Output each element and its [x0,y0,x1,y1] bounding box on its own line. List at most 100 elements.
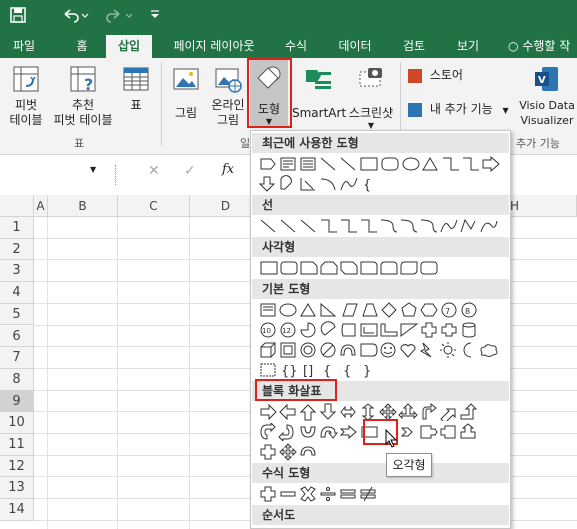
tell-me-search[interactable]: ○ 수행할 작 [508,35,577,58]
online-picture-button[interactable]: 온라인 그림 [208,64,248,128]
recommended-pivot-button[interactable]: ? 추천 피벗 테이블 [52,64,114,128]
redo-icon[interactable] [104,6,134,26]
svg-text:V: V [538,75,546,86]
column-header-b[interactable]: B [48,195,118,217]
screenshot-label: 스크린샷 [348,106,394,120]
title-bar [0,0,577,32]
section-basic-shapes: 기본 도형 [252,279,509,299]
select-all-corner[interactable] [0,195,34,217]
store-label: 스토어 [429,68,463,82]
my-addins-icon [408,102,422,117]
tab-insert[interactable]: 삽입 [106,35,152,58]
group-label-addins: 추가 기능 [516,137,560,150]
row-header[interactable]: 9 [0,390,34,413]
section-equation-shapes: 수식 도형 [252,463,509,483]
pivot-label-1: 피벗 [14,98,38,112]
group-label-table: 표 [74,137,85,150]
row-header[interactable]: 6 [0,325,34,348]
ribbon-tabs: 파일 홈 삽입 페이지 레이아웃 수식 데이터 검토 보기 ○ 수행할 작 [0,32,577,58]
tab-file[interactable]: 파일 [8,35,40,58]
undo-icon[interactable] [60,6,90,26]
highlight-block-arrows [255,379,337,401]
store-button[interactable]: 스토어 [408,68,492,83]
section-flowchart: 순서도 [252,505,509,525]
svg-text:7: 7 [445,307,450,316]
picture-label: 그림 [174,106,198,120]
svg-text:[]: [] [303,364,313,379]
column-header-a[interactable]: A [34,195,48,217]
tab-home[interactable]: 홈 [66,35,98,58]
table-button[interactable]: 표 [118,64,154,113]
svg-text:{}: {} [281,364,298,379]
table-icon [123,67,149,91]
shapes-gallery-dropdown: 최근에 사용한 도형 { 선 사각형 기본 도형 7 8 10 12 {} []… [250,130,511,529]
my-addins-label: 내 추가 기능 [429,102,493,116]
tab-formulas[interactable]: 수식 [280,35,312,58]
screenshot-icon [359,68,382,87]
smartart-label: SmartArt [292,106,347,120]
rec-pivot-label-2: 피벗 테이블 [53,113,113,127]
customize-toolbar-icon[interactable] [145,6,165,26]
svg-text:{: { [363,178,371,193]
ribbon-separator [161,62,162,146]
cancel-icon[interactable]: ✕ [148,163,160,179]
store-icon [408,68,422,83]
online-picture-icon [215,68,242,93]
smartart-button[interactable]: SmartArt [292,64,347,121]
column-header-c[interactable]: C [118,195,190,217]
svg-text:12: 12 [282,327,291,335]
tab-view[interactable]: 보기 [450,35,486,58]
smartart-icon [306,70,331,89]
pivot-table-button[interactable]: 피벗 테이블 [4,64,48,128]
visio-visualizer-button[interactable]: V Visio Data Visualizer [518,64,576,128]
row-header[interactable]: 3 [0,260,34,283]
excel-window: 파일 홈 삽입 페이지 레이아웃 수식 데이터 검토 보기 ○ 수행할 작 피벗… [0,0,577,529]
rec-pivot-label-1: 추천 [71,98,95,112]
section-recent-shapes: 최근에 사용한 도형 [252,133,509,153]
shape-tooltip: 오각형 [386,453,432,477]
formula-bar-grip [115,165,117,185]
tab-data[interactable]: 데이터 [332,35,378,58]
row-header[interactable]: 11 [0,434,34,456]
row-header[interactable]: 2 [0,238,34,261]
section-lines: 선 [252,195,509,215]
pivot-table-icon [13,66,39,92]
name-box-dropdown-icon[interactable]: ▼ [90,165,96,174]
row-header[interactable]: 7 [0,347,34,369]
row-header[interactable]: 8 [0,368,34,391]
tab-page-layout[interactable]: 페이지 레이아웃 [166,35,262,58]
lightbulb-icon: ○ [508,39,519,53]
enter-icon[interactable]: ✓ [184,163,196,179]
picture-icon [173,68,199,90]
picture-button[interactable]: 그림 [168,64,204,121]
insert-function-icon[interactable]: fx [222,162,234,177]
row-header[interactable]: 14 [0,499,34,521]
svg-text:?: ? [84,75,93,94]
visio-label-1: Visio Data [519,99,575,112]
grid-line-vertical [47,217,48,529]
visio-icon: V [535,67,558,91]
table-label: 표 [130,98,142,112]
svg-text:}: } [363,364,371,379]
screenshot-button[interactable]: 스크린샷 ▼ [346,64,396,131]
row-header[interactable]: 5 [0,303,34,326]
row-header[interactable]: 1 [0,217,34,239]
row-header[interactable]: 12 [0,455,34,478]
grid-line-vertical [117,217,118,529]
tell-me-label: 수행할 작 [522,39,571,53]
highlight-shapes-button [247,58,292,128]
pivot-label-2: 테이블 [9,113,43,127]
my-addins-dropdown-icon: ▼ [502,106,509,115]
grid-line-vertical [189,217,190,529]
row-header[interactable]: 4 [0,282,34,304]
row-header[interactable]: 10 [0,412,34,434]
group-label-illustrations: 일 [240,137,251,150]
tab-review[interactable]: 검토 [396,35,432,58]
my-addins-button[interactable]: 내 추가 기능 ▼ [408,102,518,118]
save-icon[interactable] [8,6,28,26]
section-rectangles: 사각형 [252,237,509,257]
row-header[interactable]: 13 [0,477,34,500]
svg-text:10: 10 [262,327,271,335]
svg-text:8: 8 [465,307,470,316]
svg-text:{: { [343,364,351,379]
